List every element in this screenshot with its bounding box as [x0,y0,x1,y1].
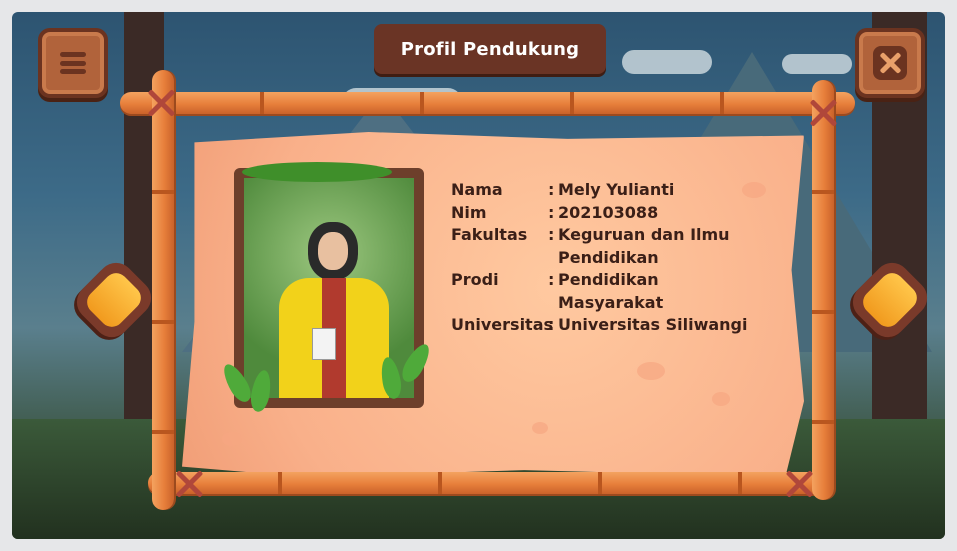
info-label: Nama [451,180,503,199]
info-value: Pendidikan Masyarakat [558,270,664,312]
rope-knot [782,467,816,501]
info-row: Universitas : Universitas Siliwangi [451,314,768,337]
paper-spot [637,362,665,380]
info-row: Nama : Mely Yulianti [451,179,768,202]
paper-spot [712,392,730,406]
info-row: Nim : 202103088 [451,202,768,225]
profile-info: Nama : Mely Yulianti Nim : 202103088 Fak… [451,179,768,337]
person-face [318,232,348,270]
rope-knot [172,467,206,501]
info-value: 202103088 [558,202,659,222]
bamboo-frame-left [152,70,174,510]
rope-knot [806,96,840,130]
close-icon [873,46,907,80]
info-row: Prodi : Pendidikan Masyarakat [451,269,768,314]
bamboo-frame-bottom [148,472,828,494]
menu-button[interactable] [38,28,108,98]
background-cloud [622,50,712,74]
rope-knot [144,86,178,120]
info-label: Fakultas [451,225,528,244]
menu-icon [60,52,86,74]
info-value: Universitas Siliwangi [558,315,748,334]
background-cloud [782,54,852,74]
info-value: Mely Yulianti [558,180,675,199]
bamboo-frame-top [120,92,855,114]
vine-decoration [242,162,392,182]
info-row: Fakultas : Keguruan dan Ilmu Pendidikan [451,224,768,269]
paper-spot [222,432,242,446]
info-value: Keguruan dan Ilmu Pendidikan [558,225,730,267]
bamboo-frame-right [812,80,834,500]
game-scene: Profil Pendukung Nama : Mely Yulianti Ni… [12,12,945,539]
id-card [312,328,336,360]
page-title: Profil Pendukung [374,24,606,74]
info-label: Prodi [451,270,499,289]
close-button[interactable] [855,28,925,98]
info-label: Nim [451,202,487,222]
info-label: Universitas [451,315,554,334]
paper-spot [532,422,548,434]
